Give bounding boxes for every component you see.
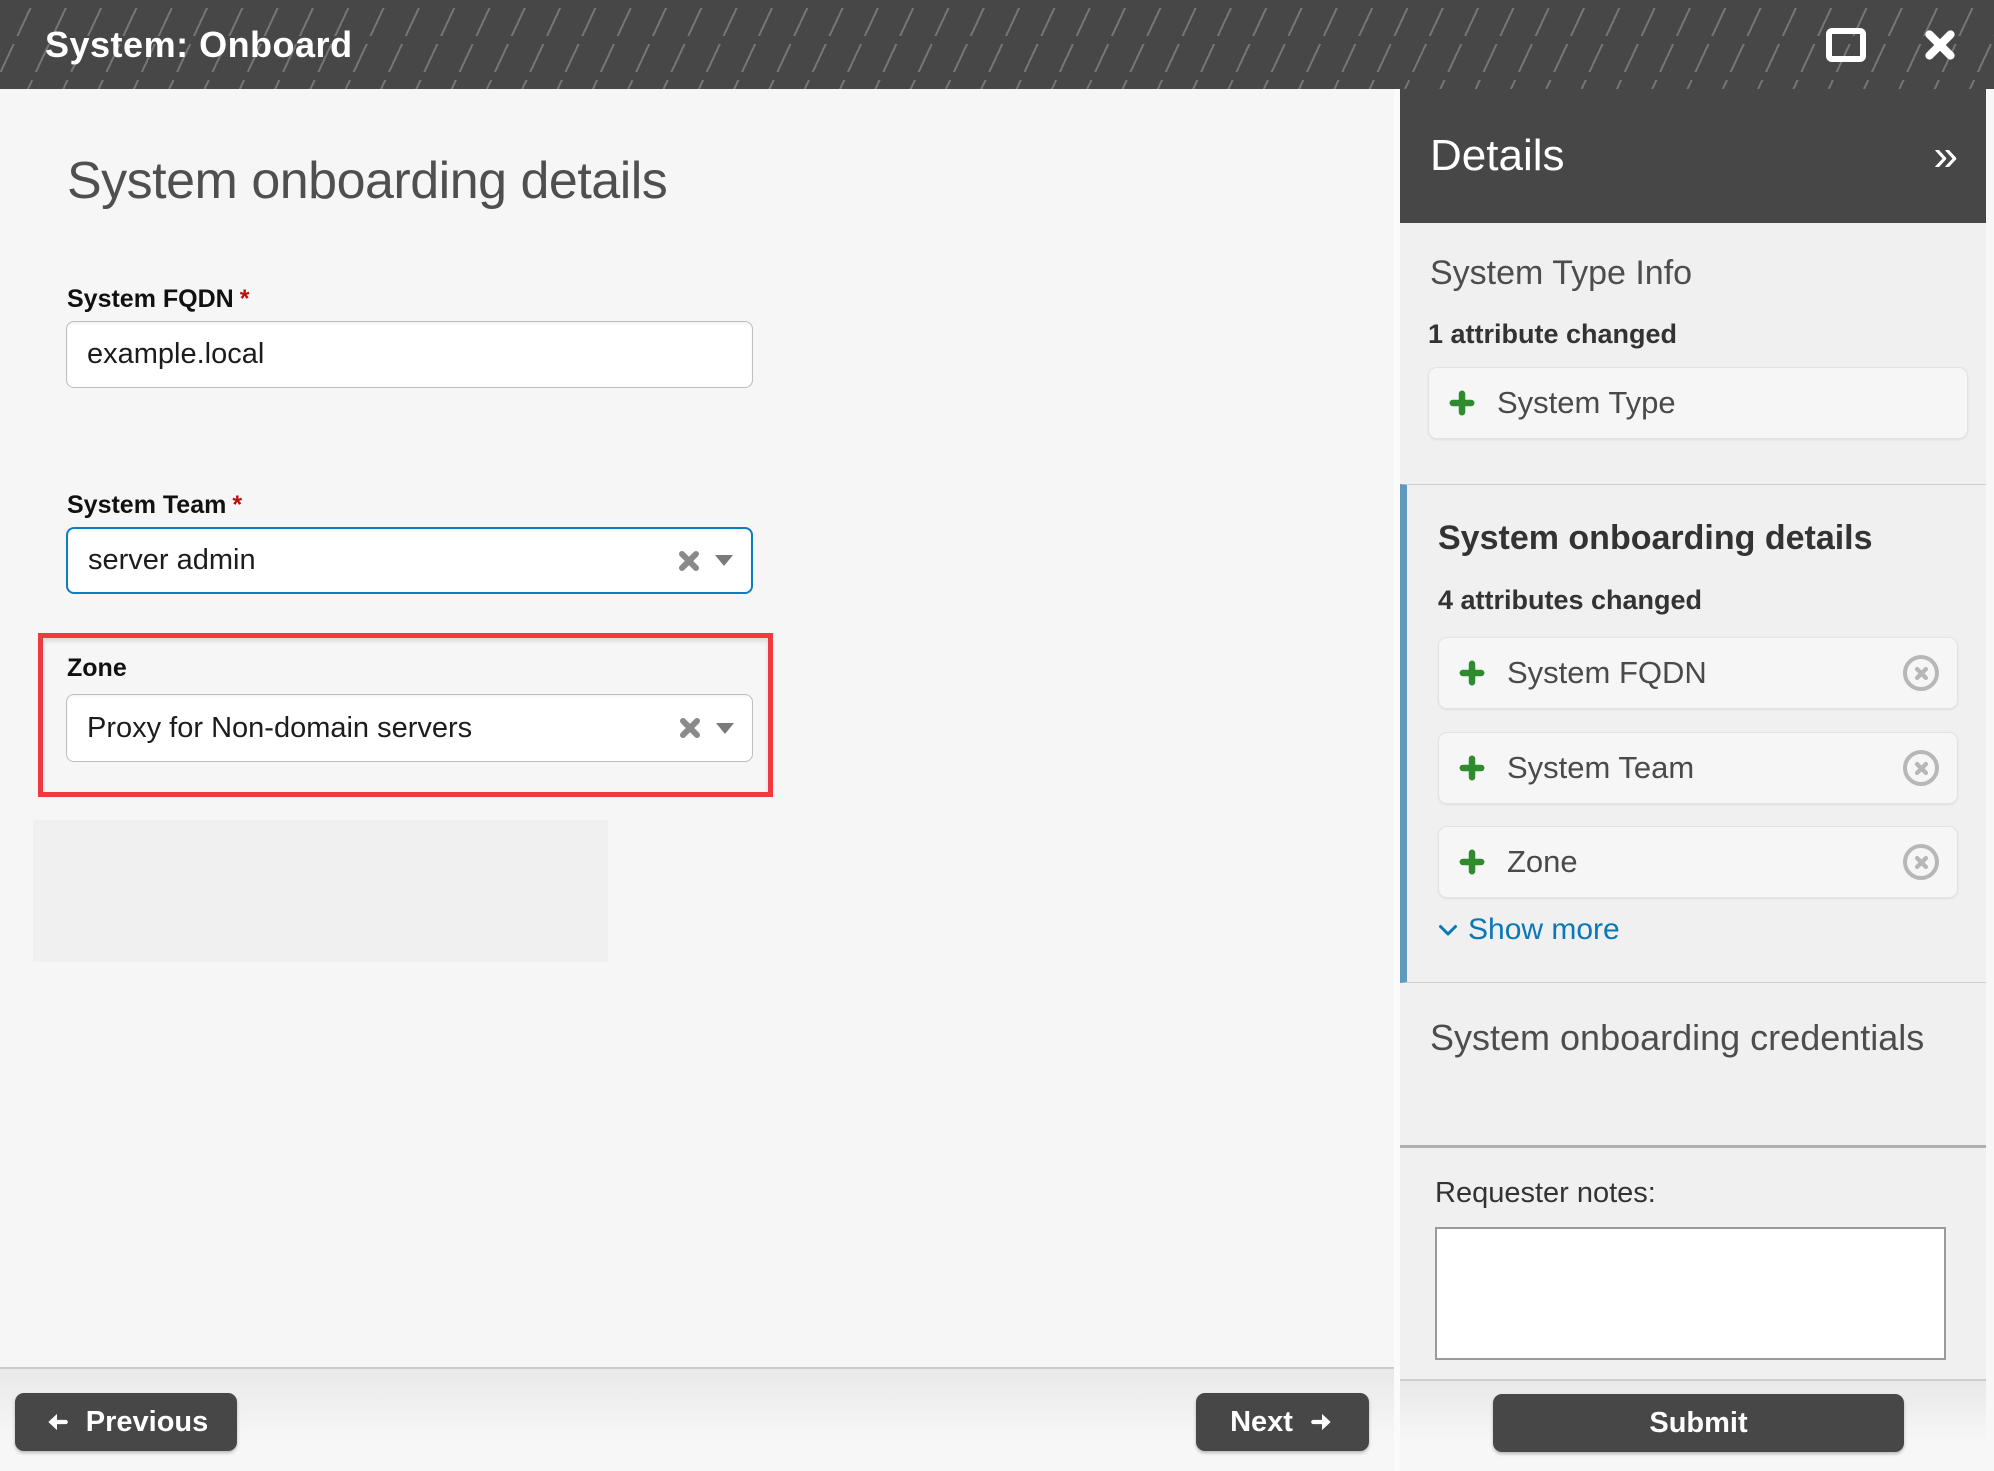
system-team-select[interactable]: server admin xyxy=(66,527,753,594)
attribute-label: System FQDN xyxy=(1507,655,1707,691)
attribute-card-system-team: System Team xyxy=(1438,732,1958,804)
window-title: System: Onboard xyxy=(45,24,353,66)
system-fqdn-input[interactable] xyxy=(66,321,753,388)
requester-notes-input[interactable] xyxy=(1435,1227,1946,1360)
window-titlebar: System: Onboard xyxy=(0,0,1994,89)
chevron-down-icon[interactable] xyxy=(716,723,734,734)
remove-attribute-icon[interactable] xyxy=(1903,844,1939,880)
attribute-label: Zone xyxy=(1507,844,1578,880)
next-button[interactable]: Next xyxy=(1196,1393,1369,1451)
remove-attribute-icon[interactable] xyxy=(1903,655,1939,691)
plus-icon xyxy=(1459,660,1485,686)
plus-icon xyxy=(1449,390,1475,416)
changed-count: 4 attributes changed xyxy=(1438,585,1702,616)
submit-button[interactable]: Submit xyxy=(1493,1394,1904,1452)
system-team-selected-value: server admin xyxy=(88,544,677,577)
arrow-left-icon xyxy=(44,1409,70,1435)
window-controls xyxy=(1826,27,1994,63)
clear-selection-icon[interactable] xyxy=(677,549,701,573)
required-asterisk: * xyxy=(240,285,250,313)
section-divider xyxy=(1400,1145,1994,1148)
next-button-label: Next xyxy=(1230,1406,1293,1439)
details-sidebar: Details » System Type Info 1 attribute c… xyxy=(1400,89,1994,1471)
section-heading-onboarding-details: System onboarding details xyxy=(1438,519,1873,558)
zone-selected-value: Proxy for Non-domain servers xyxy=(87,712,678,745)
page-title: System onboarding details xyxy=(67,151,667,211)
collapse-panel-icon[interactable]: » xyxy=(1934,134,1958,178)
previous-button-label: Previous xyxy=(86,1406,209,1439)
zone-select[interactable]: Proxy for Non-domain servers xyxy=(66,694,753,762)
system-fqdn-label-text: System FQDN xyxy=(67,285,234,313)
previous-button[interactable]: Previous xyxy=(15,1393,237,1451)
requester-notes-label: Requester notes: xyxy=(1435,1177,1656,1210)
system-team-label-text: System Team xyxy=(67,491,226,519)
show-more-label: Show more xyxy=(1468,913,1620,947)
form-panel: System onboarding details System FQDN* S… xyxy=(0,89,1394,1471)
zone-label-text: Zone xyxy=(67,654,127,682)
scroll-gutter xyxy=(1986,89,1994,1471)
arrow-right-icon xyxy=(1309,1409,1335,1435)
plus-icon xyxy=(1459,755,1485,781)
changed-count: 1 attribute changed xyxy=(1428,319,1677,350)
attribute-card-system-type: System Type xyxy=(1428,367,1968,439)
attribute-label: System Team xyxy=(1507,750,1694,786)
system-team-label: System Team* xyxy=(67,491,242,520)
section-system-onboarding-details: System onboarding details 4 attributes c… xyxy=(1400,484,1994,983)
close-icon[interactable] xyxy=(1922,27,1958,63)
details-title: Details xyxy=(1430,131,1934,181)
zone-label: Zone xyxy=(67,654,127,683)
maximize-icon[interactable] xyxy=(1826,28,1866,62)
wizard-footer: Previous Next xyxy=(0,1367,1394,1471)
section-heading-credentials: System onboarding credentials xyxy=(1430,1017,1924,1059)
chevron-down-icon xyxy=(1438,924,1458,937)
show-more-link[interactable]: Show more xyxy=(1438,913,1620,947)
sidebar-footer: Submit xyxy=(1400,1379,1994,1471)
required-asterisk: * xyxy=(232,491,242,519)
attribute-card-zone: Zone xyxy=(1438,826,1958,898)
chevron-down-icon[interactable] xyxy=(715,555,733,566)
section-heading-system-type-info: System Type Info xyxy=(1430,254,1692,293)
attribute-label: System Type xyxy=(1497,385,1676,421)
clear-selection-icon[interactable] xyxy=(678,716,702,740)
submit-button-label: Submit xyxy=(1649,1407,1747,1440)
empty-field-placeholder xyxy=(33,820,608,962)
plus-icon xyxy=(1459,849,1485,875)
details-header: Details » xyxy=(1400,89,1994,223)
zone-highlight-box: Zone Proxy for Non-domain servers xyxy=(38,633,773,797)
attribute-card-system-fqdn: System FQDN xyxy=(1438,637,1958,709)
system-fqdn-label: System FQDN* xyxy=(67,285,249,314)
remove-attribute-icon[interactable] xyxy=(1903,750,1939,786)
onboard-window: System: Onboard System onboarding detail… xyxy=(0,0,1994,1471)
